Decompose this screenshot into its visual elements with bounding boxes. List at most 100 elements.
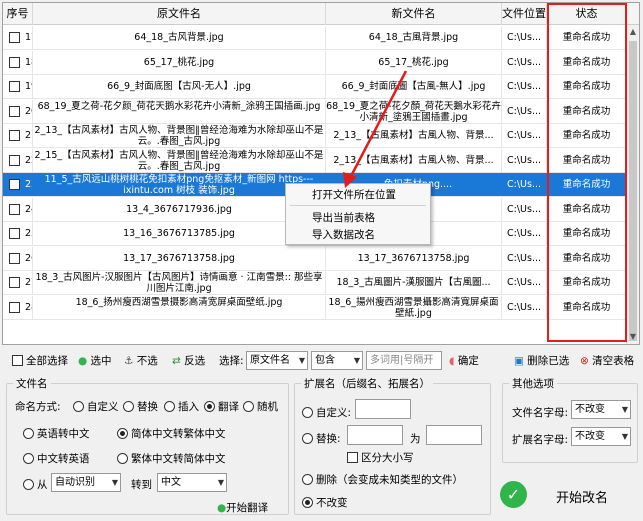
row-checkbox[interactable]	[9, 154, 20, 166]
mode-random-radio[interactable]: 随机	[243, 399, 278, 414]
from-radio[interactable]: 从	[23, 477, 48, 492]
chevron-down-icon: ▼	[621, 405, 628, 414]
from-language-select[interactable]: 自动识别 ▼	[51, 473, 121, 492]
table-row[interactable]: 2613_17_3676713758.jpg13_17_3676713758.j…	[3, 246, 627, 271]
row-original-cell: 65_17_桃花.jpg	[33, 50, 326, 74]
row-new-cell: 2_13_【古風素材】古風人物、背景...	[326, 124, 502, 147]
row-new-cell: 18_3_古風圖片-漢服圖片【古風圖...	[326, 271, 502, 294]
select-all-checkbox[interactable]: 全部选择	[12, 353, 68, 368]
filename-group-title: 文件名	[13, 376, 51, 391]
row-checkbox[interactable]	[9, 203, 20, 215]
mode-translate-radio[interactable]: 翻译	[204, 399, 239, 414]
ext-case-select[interactable]: 不改变 ▼	[571, 427, 631, 446]
row-seq-cell: 17	[3, 26, 33, 49]
row-checkbox[interactable]	[9, 252, 20, 264]
row-seq: 27	[25, 277, 32, 288]
table-row[interactable]: 1865_17_桃花.jpg65_17_桃花.jpgC:\Us...重命名成功	[3, 50, 627, 75]
clear-table-button[interactable]: ⊗ 清空表格	[580, 353, 634, 368]
row-checkbox[interactable]	[9, 81, 20, 92]
to-language-select[interactable]: 中文 ▼	[157, 473, 227, 492]
menu-open-location[interactable]: 打开文件所在位置	[312, 187, 396, 202]
ext-replace-radio[interactable]: 替换:	[302, 431, 341, 446]
row-checkbox[interactable]	[9, 105, 20, 117]
table-row[interactable]: 212_13_【古风素材】古风人物、背景图‖曾经沧海难为水除却巫山不是云。.春图…	[3, 124, 627, 148]
row-original-cell: 66_9_封面底图【古风-无人】.jpg	[33, 75, 326, 98]
vertical-scrollbar[interactable]: ▲ ▼	[626, 25, 639, 344]
ext-custom-input[interactable]	[355, 399, 411, 419]
start-translate-button[interactable]: ●开始翻译	[217, 500, 268, 515]
row-new-cell: 65_17_桃花.jpg	[326, 50, 502, 74]
row-seq-cell: 18	[3, 50, 33, 74]
start-rename-button[interactable]: ✓ 开始改名	[496, 473, 634, 517]
col-original[interactable]: 原文件名	[33, 3, 326, 25]
row-original-cell: 18_6_扬州瘦西湖雪景摄影高清宽屏桌面壁纸.jpg	[33, 295, 326, 319]
scroll-up-icon[interactable]: ▲	[627, 25, 639, 39]
row-seq: 28	[25, 301, 32, 313]
row-checkbox[interactable]	[9, 277, 20, 288]
ext-unchanged-radio[interactable]: 不改变	[302, 495, 348, 510]
delete-selected-button[interactable]: ▣ 删除已选	[514, 353, 569, 368]
menu-import-data[interactable]: 导入数据改名	[312, 227, 375, 242]
en-to-cn-radio[interactable]: 英语转中文	[23, 426, 90, 441]
ext-custom-radio[interactable]: 自定义:	[302, 405, 351, 420]
deselect-button[interactable]: ⚓ 不选	[124, 353, 158, 368]
scroll-down-icon[interactable]: ▼	[627, 330, 639, 344]
row-seq: 22	[25, 154, 32, 166]
extension-group-title: 扩展名（后缀名、拓展名）	[301, 376, 433, 391]
select-button[interactable]: ● 选中	[78, 353, 112, 368]
ext-delete-radio[interactable]: 删除（会变成未知类型的文件）	[302, 472, 463, 487]
row-seq: 23	[25, 179, 32, 190]
row-checkbox[interactable]	[9, 130, 20, 141]
to-label: 转到	[131, 479, 152, 491]
table-row[interactable]: 2818_6_扬州瘦西湖雪景摄影高清宽屏桌面壁纸.jpg18_6_揚州瘦西湖雪景…	[3, 295, 627, 320]
ext-replace-to-input[interactable]	[426, 425, 482, 445]
other-group-title: 其他选项	[509, 376, 557, 391]
table-header: 序号 原文件名 新文件名 文件位置 状态	[3, 3, 639, 25]
status-highlight-box	[547, 3, 627, 342]
confirm-button[interactable]: ◖ 确定	[449, 353, 479, 368]
ext-replace-from-input[interactable]	[347, 425, 403, 445]
col-seq[interactable]: 序号	[3, 3, 33, 25]
table-row[interactable]: 222_15_【古风素材】古风人物、背景图‖曾经沧海难为水除却巫山不是云。.春图…	[3, 148, 627, 173]
clear-icon: ⊗	[580, 355, 589, 367]
row-checkbox[interactable]	[9, 56, 20, 68]
table-row[interactable]: 2068_19_夏之荷-花夕颜_荷花天鹅水彩花卉小清新_涂鸦王国插画.jpg68…	[3, 99, 627, 124]
mode-insert-radio[interactable]: 插入	[164, 399, 199, 414]
cn-to-en-radio[interactable]: 中文转英语	[23, 451, 90, 466]
filename-case-select[interactable]: 不改变 ▼	[571, 400, 631, 419]
row-seq-cell: 24	[3, 197, 33, 221]
case-sensitive-checkbox[interactable]: 区分大小写	[347, 450, 414, 465]
invert-button[interactable]: ⇄ 反选	[172, 353, 205, 368]
col-new[interactable]: 新文件名	[326, 3, 502, 25]
row-original-cell: 64_18_古风背景.jpg	[33, 26, 326, 49]
row-new-cell: 66_9_封面底圖【古風-無人】.jpg	[326, 75, 502, 98]
file-table[interactable]: 序号 原文件名 新文件名 文件位置 状态 1764_18_古风背景.jpg64_…	[2, 2, 640, 345]
table-row[interactable]: 1966_9_封面底图【古风-无人】.jpg66_9_封面底圖【古風-無人】.j…	[3, 75, 627, 99]
row-checkbox[interactable]	[9, 301, 20, 313]
s-to-t-radio[interactable]: 简体中文转繁体中文	[117, 426, 226, 441]
mode-replace-radio[interactable]: 替换	[123, 399, 158, 414]
row-seq: 25	[25, 228, 32, 239]
row-seq-cell: 23	[3, 173, 33, 196]
mode-custom-radio[interactable]: 自定义	[73, 399, 119, 414]
table-row[interactable]: 2718_3_古风图片-汉服图片【古风图片】诗情画意 · 江南雪景:: 那些享川…	[3, 271, 627, 295]
menu-export-table[interactable]: 导出当前表格	[312, 210, 375, 225]
row-location-cell: C:\Us...	[502, 99, 547, 123]
match-select[interactable]: 包含 ▼	[311, 351, 363, 370]
scroll-thumb[interactable]	[629, 41, 637, 341]
row-checkbox[interactable]	[9, 179, 20, 190]
table-row[interactable]: 1764_18_古风背景.jpg64_18_古風背景.jpgC:\Us...重命…	[3, 26, 627, 50]
row-seq-cell: 25	[3, 222, 33, 245]
check-circle-icon: ●	[78, 355, 88, 367]
row-checkbox[interactable]	[9, 228, 20, 239]
t-to-s-radio[interactable]: 繁体中文转简体中文	[117, 451, 226, 466]
choose-label: 选择:	[219, 355, 244, 367]
filter-input[interactable]: 多词用|号隔开	[366, 351, 442, 370]
row-location-cell: C:\Us...	[502, 246, 547, 270]
row-checkbox[interactable]	[9, 32, 20, 43]
row-location-cell: C:\Us...	[502, 124, 547, 147]
field-select[interactable]: 原文件名 ▼	[246, 351, 308, 370]
col-location[interactable]: 文件位置	[502, 3, 547, 25]
chevron-down-icon: ▼	[217, 478, 224, 487]
row-seq-cell: 20	[3, 99, 33, 123]
